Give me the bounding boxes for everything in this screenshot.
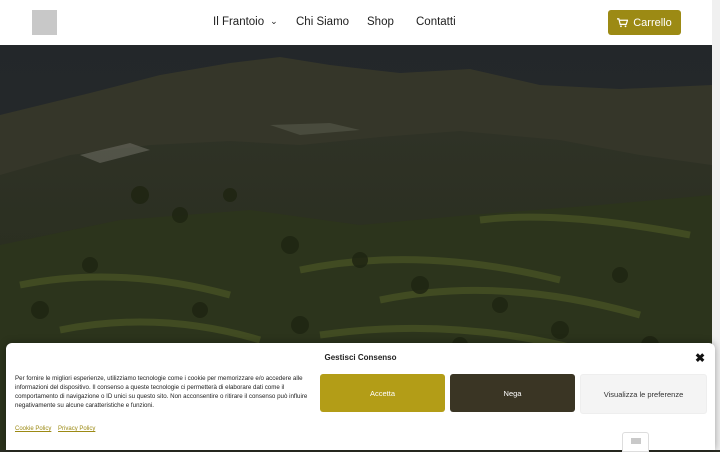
nav-label: Chi Siamo xyxy=(296,16,350,28)
view-preferences-button[interactable]: Visualizza le preferenze xyxy=(580,374,707,414)
nav-label: Contatti xyxy=(416,16,456,28)
accept-button[interactable]: Accetta xyxy=(320,374,445,412)
consent-description: Per fornire le migliori esperienze, util… xyxy=(15,375,308,409)
nav-item-contatti[interactable]: Contatti xyxy=(416,16,456,28)
consent-title: Gestisci Consenso xyxy=(324,353,397,362)
nav-label: Shop xyxy=(367,16,394,28)
cookie-policy-link[interactable]: Cookie Policy xyxy=(15,426,51,432)
chevron-down-icon: ⌄ xyxy=(270,16,278,26)
site-logo[interactable] xyxy=(32,10,57,35)
nav-label: Il Frantoio xyxy=(213,16,265,28)
cookie-consent-banner: Gestisci Consenso ✖ Per fornire le migli… xyxy=(6,343,715,450)
consent-tab-icon xyxy=(630,438,641,444)
consent-links: Cookie Policy Privacy Policy xyxy=(15,426,100,432)
cart-button[interactable]: Carrello xyxy=(608,10,681,35)
close-icon[interactable]: ✖ xyxy=(695,351,705,365)
privacy-policy-link[interactable]: Privacy Policy xyxy=(58,426,95,432)
nav-item-chi-siamo[interactable]: Chi Siamo xyxy=(296,16,349,28)
cart-label: Carrello xyxy=(633,16,672,29)
site-header: Il Frantoio ⌄ Chi Siamo Shop Contatti Car… xyxy=(0,0,712,45)
deny-button[interactable]: Nega xyxy=(450,374,575,412)
nav-item-shop[interactable]: Shop xyxy=(367,16,394,28)
cart-icon xyxy=(617,17,629,27)
nav-item-il-frantoio[interactable]: Il Frantoio ⌄ xyxy=(213,16,278,28)
manage-consent-tab[interactable] xyxy=(622,432,649,452)
